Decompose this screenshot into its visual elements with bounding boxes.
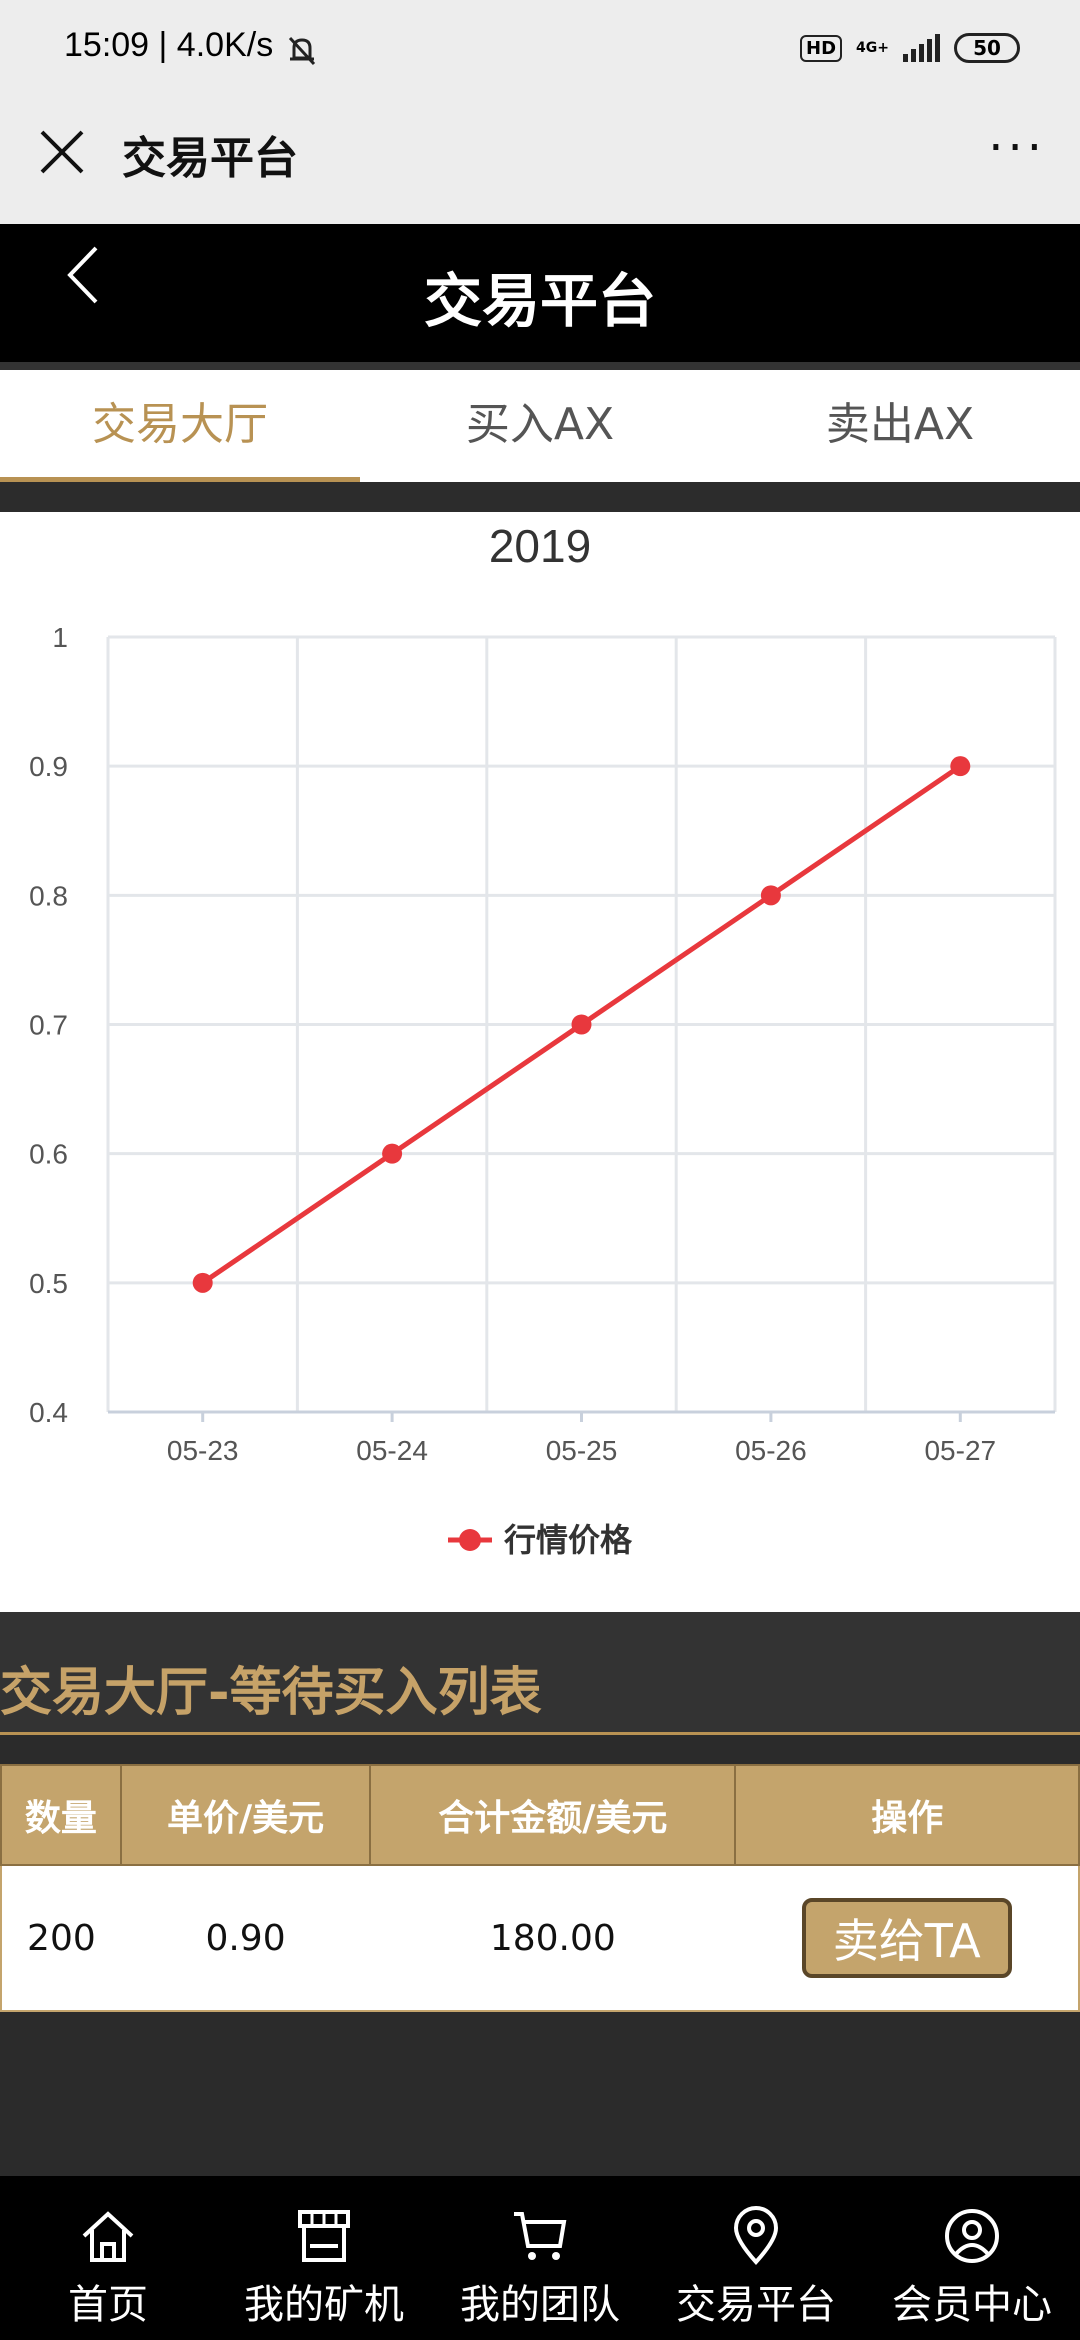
column-header-total: 合计金额/美元 bbox=[369, 1764, 737, 1866]
nav-member-center[interactable]: 会员中心 bbox=[864, 2176, 1080, 2340]
x-tick-label: 05-24 bbox=[356, 1435, 428, 1466]
tab-buy-ax[interactable]: 买入AX bbox=[360, 370, 720, 482]
battery-icon: 50 bbox=[954, 33, 1020, 63]
table-row: 200 0.90 180.00 卖给TA bbox=[0, 1865, 1080, 2012]
nav-my-miners[interactable]: 我的矿机 bbox=[216, 2176, 432, 2340]
data-point bbox=[760, 885, 781, 906]
header-divider bbox=[0, 362, 1080, 370]
status-time: 15:09 | 4.0K/s bbox=[64, 26, 274, 64]
bottom-nav: 首页 我的矿机 我的团队 交易平台 会员中心 bbox=[0, 2176, 1080, 2340]
network-label: 4G+ bbox=[856, 40, 889, 56]
status-icons: HD 4G+ 50 bbox=[800, 28, 1020, 68]
store-icon bbox=[298, 2210, 350, 2262]
nav-label-trading-platform: 交易平台 bbox=[676, 2282, 836, 2328]
data-point bbox=[950, 756, 971, 777]
cart-icon bbox=[514, 2212, 567, 2260]
price-chart: 2019 0.4 0.5 0.6 0.7 0.8 0.9 1 05-23 05-24 05-25 05… bbox=[0, 512, 1080, 1612]
y-tick-label: 0.4 bbox=[29, 1397, 68, 1428]
legend-swatch-marker bbox=[459, 1529, 481, 1551]
tab-divider bbox=[0, 482, 1080, 512]
cell-quantity: 200 bbox=[0, 1865, 121, 2012]
tab-sell-ax[interactable]: 卖出AX bbox=[720, 370, 1080, 482]
tab-bar: 交易大厅 买入AX 卖出AX bbox=[0, 370, 1080, 482]
x-tick-label: 05-27 bbox=[924, 1435, 996, 1466]
chart-title: 2019 bbox=[489, 520, 591, 572]
data-point bbox=[192, 1272, 213, 1293]
x-tick-label: 05-23 bbox=[167, 1435, 239, 1466]
nav-trading-platform[interactable]: 交易平台 bbox=[648, 2176, 864, 2340]
y-tick-label: 0.9 bbox=[29, 751, 68, 782]
nav-label-home: 首页 bbox=[68, 2282, 148, 2328]
close-icon[interactable] bbox=[34, 124, 90, 180]
location-pin-icon bbox=[733, 2206, 779, 2265]
nav-my-team[interactable]: 我的团队 bbox=[432, 2176, 648, 2340]
table-header-row: 数量 单价/美元 合计金额/美元 操作 bbox=[0, 1764, 1080, 1866]
signal-icon bbox=[903, 34, 940, 62]
mute-bell-icon bbox=[288, 36, 316, 66]
x-tick-label: 05-26 bbox=[735, 1435, 807, 1466]
buy-orders-table: 数量 单价/美元 合计金额/美元 操作 200 0.90 180.00 卖给TA bbox=[0, 1764, 1080, 2012]
nav-label-member-center: 会员中心 bbox=[892, 2282, 1052, 2328]
hd-badge: HD bbox=[800, 34, 843, 62]
chart-canvas: 2019 0.4 0.5 0.6 0.7 0.8 0.9 1 05-23 05-24 05-25 05… bbox=[29, 520, 1057, 1559]
nav-label-my-team: 我的团队 bbox=[460, 2282, 620, 2328]
y-tick-label: 0.5 bbox=[29, 1268, 68, 1299]
cell-unit-price: 0.90 bbox=[120, 1865, 371, 2012]
y-tick-label: 0.8 bbox=[29, 880, 68, 911]
data-point bbox=[571, 1014, 592, 1035]
legend-label: 行情价格 bbox=[504, 1521, 633, 1559]
cell-action: 卖给TA bbox=[735, 1865, 1080, 2012]
cell-total: 180.00 bbox=[370, 1865, 736, 2012]
column-header-action: 操作 bbox=[734, 1764, 1080, 1866]
page-title: 交易平台 bbox=[423, 267, 656, 335]
user-icon bbox=[945, 2209, 999, 2263]
x-tick-label: 05-25 bbox=[546, 1435, 618, 1466]
tab-trading-hall[interactable]: 交易大厅 bbox=[0, 370, 360, 482]
y-tick-label: 0.7 bbox=[29, 1010, 68, 1041]
wechat-title: 交易平台 bbox=[122, 133, 298, 184]
nav-home[interactable]: 首页 bbox=[0, 2176, 216, 2340]
data-point bbox=[382, 1143, 403, 1164]
y-tick-label: 0.6 bbox=[29, 1139, 68, 1170]
list-title: 交易大厅-等待买入列表 bbox=[0, 1663, 542, 1723]
more-menu-icon[interactable]: ··· bbox=[988, 120, 1046, 176]
list-divider bbox=[0, 1732, 1080, 1735]
nav-label-my-miners: 我的矿机 bbox=[244, 2282, 404, 2328]
column-header-unit-price: 单价/美元 bbox=[119, 1764, 372, 1866]
home-icon bbox=[82, 2211, 134, 2262]
y-tick-label: 1 bbox=[52, 622, 68, 653]
sell-to-ta-button[interactable]: 卖给TA bbox=[801, 1898, 1012, 1978]
column-header-quantity: 数量 bbox=[0, 1764, 122, 1866]
